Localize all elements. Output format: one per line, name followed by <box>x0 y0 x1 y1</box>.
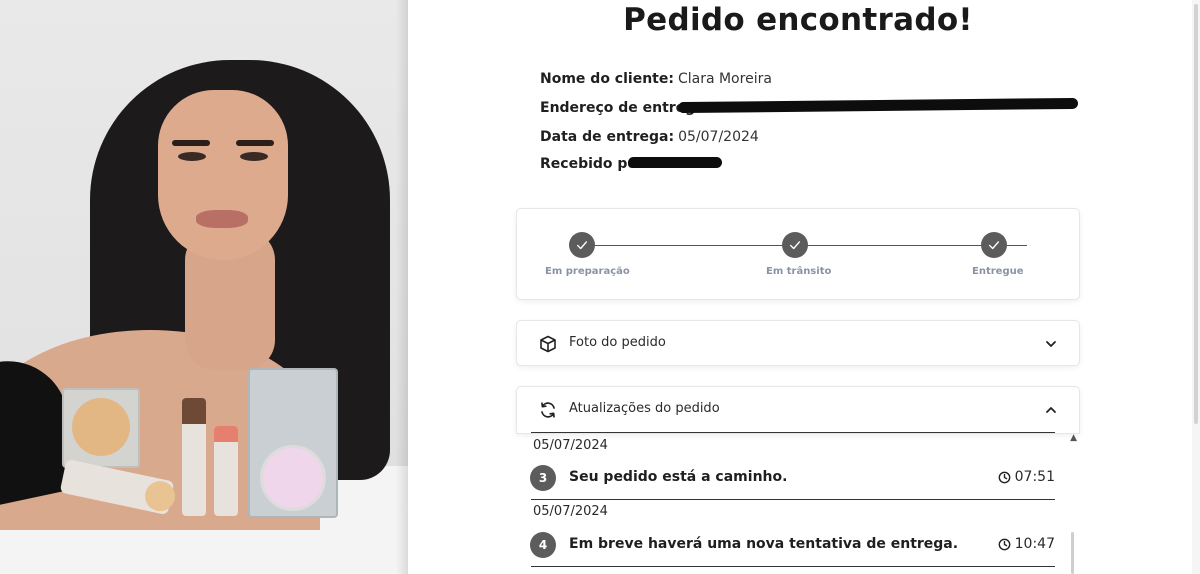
updates-scrollbar[interactable] <box>1071 532 1074 574</box>
client-name-label: Nome do cliente: <box>540 71 674 87</box>
step-check-icon <box>569 232 595 258</box>
model-brow-left <box>172 140 210 146</box>
delivery-date-value: 05/07/2024 <box>678 129 759 145</box>
updates-accordion-title: Atualizações do pedido <box>569 401 720 416</box>
package-icon <box>540 335 556 353</box>
product-stick-bronzer <box>182 398 206 516</box>
step-check-icon <box>782 232 808 258</box>
update-date: 05/07/2024 <box>533 438 608 453</box>
client-name-row: Nome do cliente: Clara Moreira <box>540 71 772 87</box>
update-date: 05/07/2024 <box>533 504 608 519</box>
divider <box>531 499 1055 500</box>
client-name-value: Clara Moreira <box>677 71 772 87</box>
update-number-badge: 4 <box>530 532 556 558</box>
update-time: 10:47 <box>998 536 1055 552</box>
step-label-transit: Em trânsito <box>766 266 832 277</box>
delivery-progress: Em preparação Em trânsito Entregue <box>516 208 1080 300</box>
divider <box>531 432 1055 433</box>
update-number-badge: 3 <box>530 465 556 491</box>
chevron-down-icon[interactable] <box>1043 336 1059 352</box>
updates-accordion-header[interactable]: Atualizações do pedido <box>516 386 1080 434</box>
step-label-preparation: Em preparação <box>545 266 630 277</box>
redacted-receiver <box>628 157 722 168</box>
model-lips <box>196 210 248 228</box>
step-check-icon <box>981 232 1007 258</box>
page-scrollbar[interactable] <box>1192 0 1200 574</box>
clock-icon <box>998 471 1011 483</box>
delivery-date-label: Data de entrega: <box>540 129 675 145</box>
step-label-delivered: Entregue <box>972 266 1024 277</box>
model-brow-right <box>236 140 274 146</box>
order-tracking-page: Pedido encontrado! Nome do cliente: Clara… <box>0 0 1200 574</box>
model-face <box>158 90 288 260</box>
update-message: Em breve haverá uma nova tentativa de en… <box>569 536 959 552</box>
update-time-value: 07:51 <box>1014 469 1055 485</box>
page-scrollbar-thumb[interactable] <box>1194 4 1198 424</box>
delivery-date-row: Data de entrega: 05/07/2024 <box>540 129 759 145</box>
product-stick-blush <box>214 426 238 516</box>
divider <box>531 566 1055 567</box>
updates-list[interactable]: ▲ 05/07/2024 3 Seu pedido está a caminho… <box>517 432 1079 574</box>
refresh-icon <box>541 402 555 418</box>
chevron-up-icon[interactable] <box>1043 402 1059 418</box>
product-compact-powder <box>62 388 140 468</box>
redacted-address <box>677 97 1079 114</box>
model-eye-right <box>240 152 268 161</box>
update-time: 07:51 <box>998 469 1055 485</box>
page-title: Pedido encontrado! <box>623 2 973 38</box>
product-compact-blush <box>248 368 338 518</box>
model-eye-left <box>178 152 206 161</box>
photo-accordion-header[interactable]: Foto do pedido <box>516 320 1080 366</box>
scroll-up-arrow-icon[interactable]: ▲ <box>1070 433 1077 443</box>
clock-icon <box>998 538 1011 550</box>
photo-accordion-title: Foto do pedido <box>569 335 666 350</box>
promo-image <box>0 0 408 574</box>
update-message: Seu pedido está a caminho. <box>569 469 788 485</box>
update-time-value: 10:47 <box>1014 536 1055 552</box>
